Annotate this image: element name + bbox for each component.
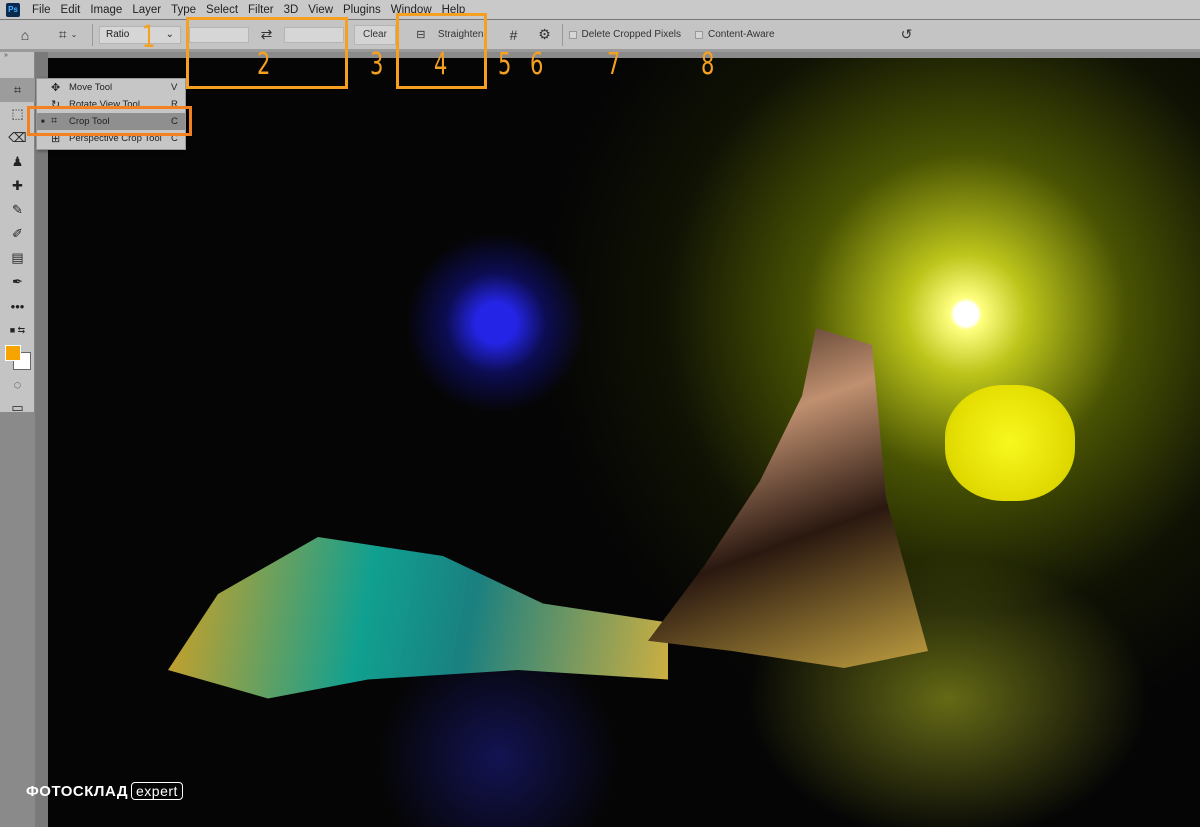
gear-icon[interactable]: ⚙	[534, 26, 556, 43]
annotation-5: 5	[498, 47, 512, 82]
ratio-select[interactable]: Ratio ⌄	[99, 25, 181, 44]
flyout-crop-tool[interactable]: ■ ⌗ Crop Tool C	[37, 113, 185, 130]
ratio-select-value: Ratio	[106, 29, 130, 40]
flyout-rotate-view-tool[interactable]: ↻ Rotate View Tool R	[37, 96, 185, 113]
menu-file[interactable]: File	[32, 4, 51, 16]
menu-edit[interactable]: Edit	[61, 4, 81, 16]
annotation-8: 8	[701, 47, 715, 82]
flyout-move-tool[interactable]: ✥ Move Tool V	[37, 79, 185, 96]
crop-icon: ⌗	[51, 115, 58, 127]
mermaid-tail	[168, 537, 668, 699]
mermaid-figure	[648, 328, 928, 668]
foreground-color-swatch[interactable]	[5, 345, 21, 361]
move-icon: ✥	[51, 82, 61, 94]
watermark: ФОТОСКЛАД expert	[26, 782, 183, 800]
menu-plugins[interactable]: Plugins	[343, 4, 381, 16]
swap-colors-icon[interactable]: ■ ⇆	[0, 318, 35, 342]
content-aware-checkbox[interactable]	[695, 30, 703, 39]
annotation-3: 3	[370, 47, 384, 82]
more-tools-icon[interactable]: •••	[0, 294, 35, 318]
straighten-icon[interactable]: ⊟	[404, 28, 438, 41]
lens-flare	[945, 385, 1075, 501]
reset-icon[interactable]: ↺	[897, 26, 917, 43]
swap-icon[interactable]: ⇄	[249, 26, 284, 43]
divider	[92, 23, 93, 46]
menu-window[interactable]: Window	[391, 4, 432, 16]
content-aware-label: Content-Aware	[708, 29, 775, 40]
tools-panel: » ⌗ ⬚ ⌫ ♟ ✚ ✎ ✐ ▤ ✒ ••• ■ ⇆ ◌ ▭	[0, 52, 35, 415]
stamp-tool-icon[interactable]: ♟	[0, 150, 35, 174]
quick-mask-icon[interactable]: ◌	[0, 372, 35, 396]
overlay-grid-icon[interactable]: #	[494, 27, 534, 43]
options-bar: ⌂ ⌗ ⌄ Ratio ⌄ ⇄ Clear ⊟ Straighten # ⚙ Del…	[0, 19, 1200, 52]
annotation-6: 6	[530, 47, 544, 82]
menu-3d[interactable]: 3D	[284, 4, 299, 16]
document-canvas[interactable]	[48, 58, 1200, 827]
chevron-down-icon: ⌄	[165, 29, 174, 40]
healing-tool-icon[interactable]: ✚	[0, 174, 35, 198]
ratio-width-input[interactable]	[189, 26, 249, 43]
panel-gutter	[35, 52, 48, 827]
menu-filter[interactable]: Filter	[248, 4, 274, 16]
screen-mode-icon[interactable]: ▭	[0, 396, 35, 420]
pen-tool-icon[interactable]: ✒	[0, 270, 35, 294]
straighten-button[interactable]: Straighten	[438, 29, 484, 40]
eraser-tool-icon[interactable]: ⌫	[0, 126, 35, 150]
home-icon[interactable]: ⌂	[0, 27, 50, 43]
annotation-1: 1	[142, 20, 156, 55]
crop-tool-preset-icon[interactable]: ⌗ ⌄	[50, 26, 86, 43]
menu-layer[interactable]: Layer	[132, 4, 161, 16]
menu-help[interactable]: Help	[442, 4, 466, 16]
crop-tool-icon[interactable]: ⌗	[0, 78, 35, 102]
perspective-crop-icon: ⊞	[51, 133, 61, 145]
menu-view[interactable]: View	[308, 4, 333, 16]
watermark-suffix: expert	[131, 782, 183, 800]
rotate-view-icon: ↻	[51, 99, 61, 111]
annotation-7: 7	[607, 47, 621, 82]
ratio-height-input[interactable]	[284, 26, 344, 43]
watermark-brand: ФОТОСКЛАД	[26, 782, 129, 800]
menu-type[interactable]: Type	[171, 4, 196, 16]
collapse-icon[interactable]: »	[0, 52, 34, 62]
mixer-brush-icon[interactable]: ✐	[0, 222, 35, 246]
photoshop-logo: Ps	[6, 2, 20, 17]
delete-cropped-pixels-checkbox[interactable]	[568, 30, 577, 39]
annotation-4: 4	[434, 47, 448, 82]
divider	[561, 23, 563, 46]
menu-bar: Ps File Edit Image Layer Type Select Fil…	[0, 0, 1200, 19]
annotation-2: 2	[257, 47, 271, 82]
color-swatches[interactable]	[0, 342, 34, 372]
clear-button[interactable]: Clear	[354, 24, 396, 45]
selected-indicator: ■	[41, 118, 45, 125]
flyout-perspective-crop-tool[interactable]: ⊞ Perspective Crop Tool C	[37, 130, 185, 147]
delete-cropped-pixels-label: Delete Cropped Pixels	[581, 29, 682, 40]
menu-select[interactable]: Select	[206, 4, 238, 16]
crop-tools-flyout: ✥ Move Tool V ↻ Rotate View Tool R ■ ⌗ Crop To…	[36, 78, 186, 150]
brush-tool-icon[interactable]: ✎	[0, 198, 35, 222]
marquee-tool-icon[interactable]: ⬚	[0, 102, 35, 126]
menu-image[interactable]: Image	[90, 4, 122, 16]
gradient-tool-icon[interactable]: ▤	[0, 246, 35, 270]
